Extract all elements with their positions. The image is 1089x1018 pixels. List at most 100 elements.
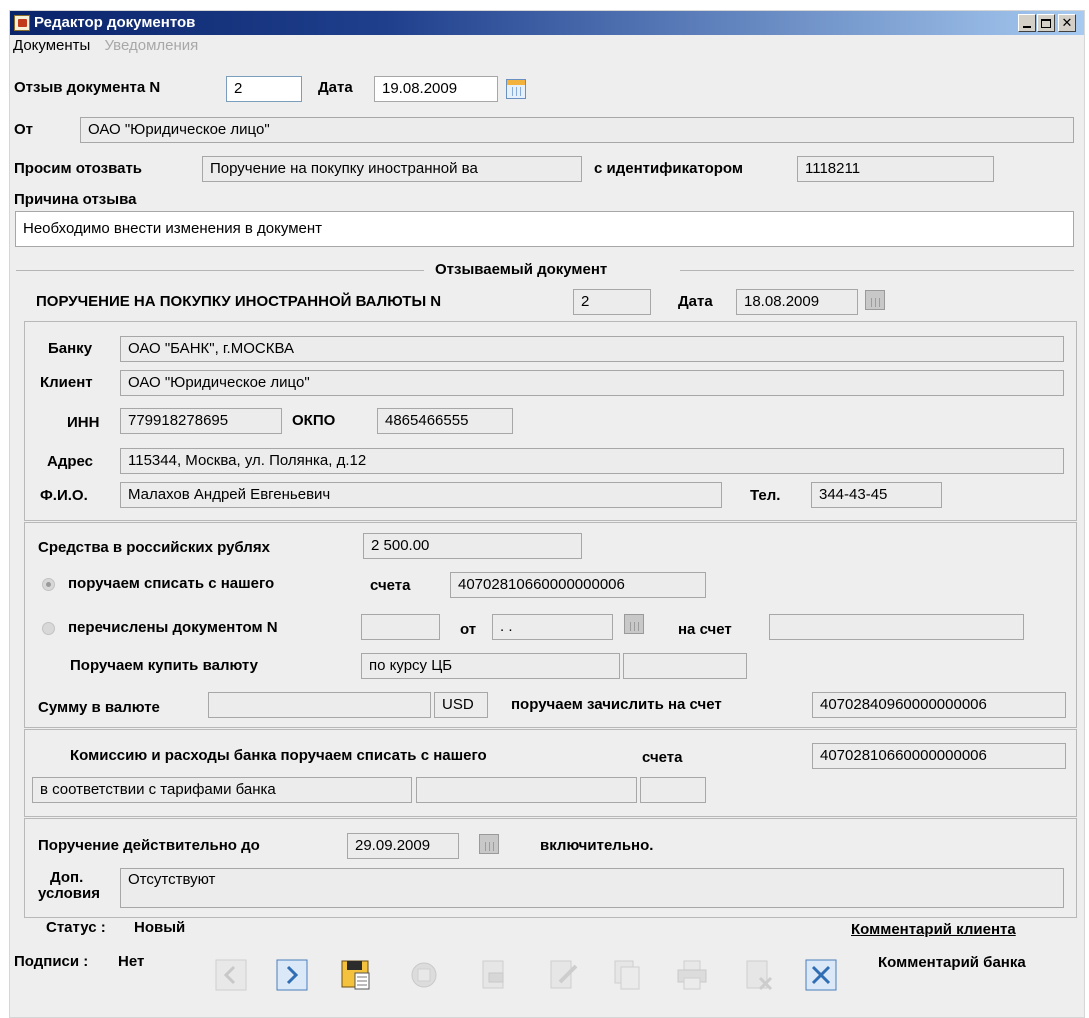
- calendar-icon[interactable]: [506, 79, 526, 99]
- phone-label: Тел.: [750, 487, 781, 504]
- prev-icon: [215, 959, 247, 991]
- recall-date-input[interactable]: 19.08.2009: [374, 76, 498, 102]
- delete-icon: [746, 960, 773, 991]
- menu-notifications[interactable]: Уведомления: [105, 37, 199, 54]
- credit-account-field: 40702840960000000006: [812, 692, 1066, 718]
- client-label: Клиент: [40, 374, 93, 391]
- status-label: Статус :: [46, 919, 106, 936]
- inn-field: 779918278695: [120, 408, 282, 434]
- currency-amount-field: [208, 692, 431, 718]
- next-icon: [276, 959, 308, 991]
- bank-label: Банку: [48, 340, 93, 357]
- from-date-field: . .: [492, 614, 613, 640]
- reason-label: Причина отзыва: [14, 191, 137, 208]
- request-field: Поручение на покупку иностранной ва: [202, 156, 582, 182]
- inn-label: ИНН: [67, 414, 100, 431]
- close-icon: ✕: [1061, 15, 1073, 31]
- debit-account-label: счета: [370, 577, 411, 594]
- print-icon: [677, 960, 707, 990]
- maximize-icon: [1041, 18, 1051, 28]
- prev-button[interactable]: [213, 957, 249, 993]
- to-account-field: [769, 614, 1024, 640]
- calendar-icon-disabled: [624, 614, 644, 634]
- rub-funds-field: 2 500.00: [363, 533, 582, 559]
- recall-number-input[interactable]: 2: [226, 76, 302, 102]
- transferred-radio[interactable]: [42, 622, 55, 635]
- address-label: Адрес: [47, 453, 94, 470]
- save-icon: [341, 960, 370, 990]
- okpo-label: ОКПО: [292, 412, 336, 429]
- calendar-icon-disabled: [865, 290, 885, 310]
- title-bar[interactable]: Редактор документов ✕: [10, 11, 1084, 35]
- sign-icon: [411, 962, 437, 988]
- address-field: 115344, Москва, ул. Полянка, д.12: [120, 448, 1064, 474]
- copy-icon: [614, 960, 640, 990]
- commission-extra-field-2: [640, 777, 706, 803]
- client-comment-link[interactable]: Комментарий клиента: [851, 921, 1016, 938]
- reason-input[interactable]: Необходимо внести изменения в документ: [15, 211, 1074, 247]
- extra-conditions-field: Отсутствуют: [120, 868, 1064, 908]
- inclusive-label: включительно.: [540, 837, 654, 854]
- signatures-value: Нет: [118, 953, 145, 970]
- phone-field: 344-43-45: [811, 482, 942, 508]
- edit-icon: [550, 960, 578, 989]
- order-date-field: 18.08.2009: [736, 289, 858, 315]
- close-button[interactable]: [803, 957, 839, 993]
- section-separator-left: [16, 270, 424, 271]
- bank-comment-label[interactable]: Комментарий банка: [878, 954, 1026, 971]
- valid-until-label: Поручение действительно до: [38, 837, 260, 854]
- from-label: От: [14, 121, 34, 138]
- maximize-button[interactable]: [1037, 14, 1055, 32]
- commission-account-field: 40702810660000000006: [812, 743, 1066, 769]
- document-button[interactable]: [476, 957, 512, 993]
- close-icon: [805, 959, 837, 991]
- buy-currency-label: Поручаем купить валюту: [70, 657, 258, 674]
- transferred-doc-field: [361, 614, 440, 640]
- copy-button[interactable]: [609, 957, 645, 993]
- section-title: Отзываемый документ: [435, 261, 608, 278]
- edit-button[interactable]: [545, 957, 581, 993]
- valid-until-field: 29.09.2009: [347, 833, 459, 859]
- okpo-field: 4865466555: [377, 408, 513, 434]
- rate-field: по курсу ЦБ: [361, 653, 620, 679]
- recall-number-label: Отзыв документа N: [14, 79, 161, 96]
- close-window-button[interactable]: ✕: [1058, 14, 1076, 32]
- order-heading: ПОРУЧЕНИЕ НА ПОКУПКУ ИНОСТРАННОЙ ВАЛЮТЫ …: [36, 293, 442, 310]
- menu-documents[interactable]: Документы: [13, 37, 90, 54]
- fio-label: Ф.И.О.: [40, 487, 88, 504]
- from-field: ОАО "Юридическое лицо": [80, 117, 1074, 143]
- debit-radio[interactable]: [42, 578, 55, 591]
- currency-code-field: USD: [434, 692, 488, 718]
- identifier-field: 1118211: [797, 156, 994, 182]
- extra-conditions-label-1: Доп.: [50, 869, 84, 886]
- bank-field: ОАО "БАНК", г.МОСКВА: [120, 336, 1064, 362]
- to-account-label: на счет: [678, 621, 732, 638]
- next-button[interactable]: [274, 957, 310, 993]
- signatures-label: Подписи :: [14, 953, 89, 970]
- fio-field: Малахов Андрей Евгеньевич: [120, 482, 722, 508]
- app-icon: [14, 15, 30, 31]
- print-button[interactable]: [674, 957, 710, 993]
- document-editor-window: Редактор документов ✕ Документы Уведомле…: [9, 10, 1085, 1018]
- status-value: Новый: [134, 919, 186, 936]
- delete-button[interactable]: [741, 957, 777, 993]
- order-date-label: Дата: [678, 293, 713, 310]
- commission-account-label: счета: [642, 749, 683, 766]
- minimize-button[interactable]: [1018, 14, 1036, 32]
- rate-extra-field: [623, 653, 747, 679]
- recall-date-label: Дата: [318, 79, 353, 96]
- commission-extra-field-1: [416, 777, 637, 803]
- identifier-label: с идентификатором: [594, 160, 743, 177]
- credit-label: поручаем зачислить на счет: [511, 696, 722, 713]
- calendar-icon-disabled: [479, 834, 499, 854]
- sign-button[interactable]: [406, 957, 442, 993]
- debit-option-label: поручаем списать с нашего: [68, 575, 275, 592]
- minimize-icon: [1023, 26, 1031, 28]
- order-number-field: 2: [573, 289, 651, 315]
- debit-account-field: 40702810660000000006: [450, 572, 706, 598]
- rub-funds-label: Средства в российских рублях: [38, 539, 270, 556]
- commission-label: Комиссию и расходы банка поручаем списат…: [70, 747, 487, 764]
- request-label: Просим отозвать: [14, 160, 143, 177]
- save-button[interactable]: [338, 957, 374, 993]
- menu-bar: Документы Уведомления: [13, 37, 208, 54]
